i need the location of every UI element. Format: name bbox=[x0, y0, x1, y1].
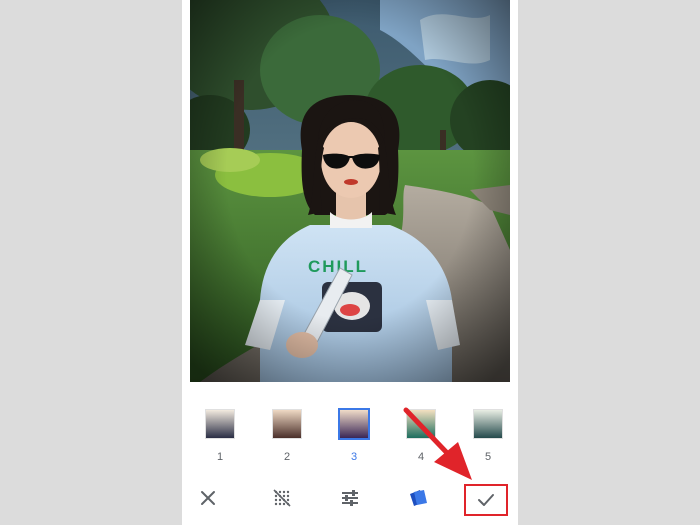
preset-5[interactable]: 5 bbox=[468, 404, 508, 466]
confirm-button[interactable] bbox=[464, 484, 508, 516]
preset-3[interactable]: 3 bbox=[334, 404, 374, 466]
filter-preset-strip: 1 2 3 4 5 bbox=[182, 404, 518, 466]
editor-toolbar bbox=[182, 478, 518, 518]
preset-5-thumbnail bbox=[474, 410, 502, 438]
dotted-grid-icon bbox=[273, 489, 291, 507]
preset-1-label: 1 bbox=[216, 451, 224, 463]
close-icon bbox=[201, 491, 215, 505]
preset-3-thumbnail bbox=[340, 410, 368, 438]
preset-2-label: 2 bbox=[283, 451, 291, 463]
style-tool-button[interactable] bbox=[400, 482, 436, 514]
cancel-button[interactable] bbox=[190, 482, 226, 514]
checkmark-icon bbox=[478, 494, 494, 506]
preset-1-thumbnail bbox=[206, 410, 234, 438]
preset-4-thumbnail bbox=[407, 410, 435, 438]
preset-5-label: 5 bbox=[484, 451, 492, 463]
sliders-icon bbox=[342, 490, 358, 506]
blend-tool-button[interactable] bbox=[264, 482, 300, 514]
edited-photo: CHILL bbox=[190, 0, 510, 382]
photo-editor-screen: CHILL 1 2 3 bbox=[182, 0, 518, 525]
preset-2-thumbnail bbox=[273, 410, 301, 438]
preset-3-label: 3 bbox=[350, 451, 358, 463]
preset-4[interactable]: 4 bbox=[401, 404, 441, 466]
preset-4-label: 4 bbox=[417, 451, 425, 463]
photo-canvas: CHILL bbox=[190, 0, 510, 382]
preset-1[interactable]: 1 bbox=[200, 404, 240, 466]
preset-2[interactable]: 2 bbox=[267, 404, 307, 466]
screenshot-stage: CHILL 1 2 3 bbox=[0, 0, 700, 525]
cards-icon bbox=[410, 490, 427, 506]
adjust-tool-button[interactable] bbox=[332, 482, 368, 514]
